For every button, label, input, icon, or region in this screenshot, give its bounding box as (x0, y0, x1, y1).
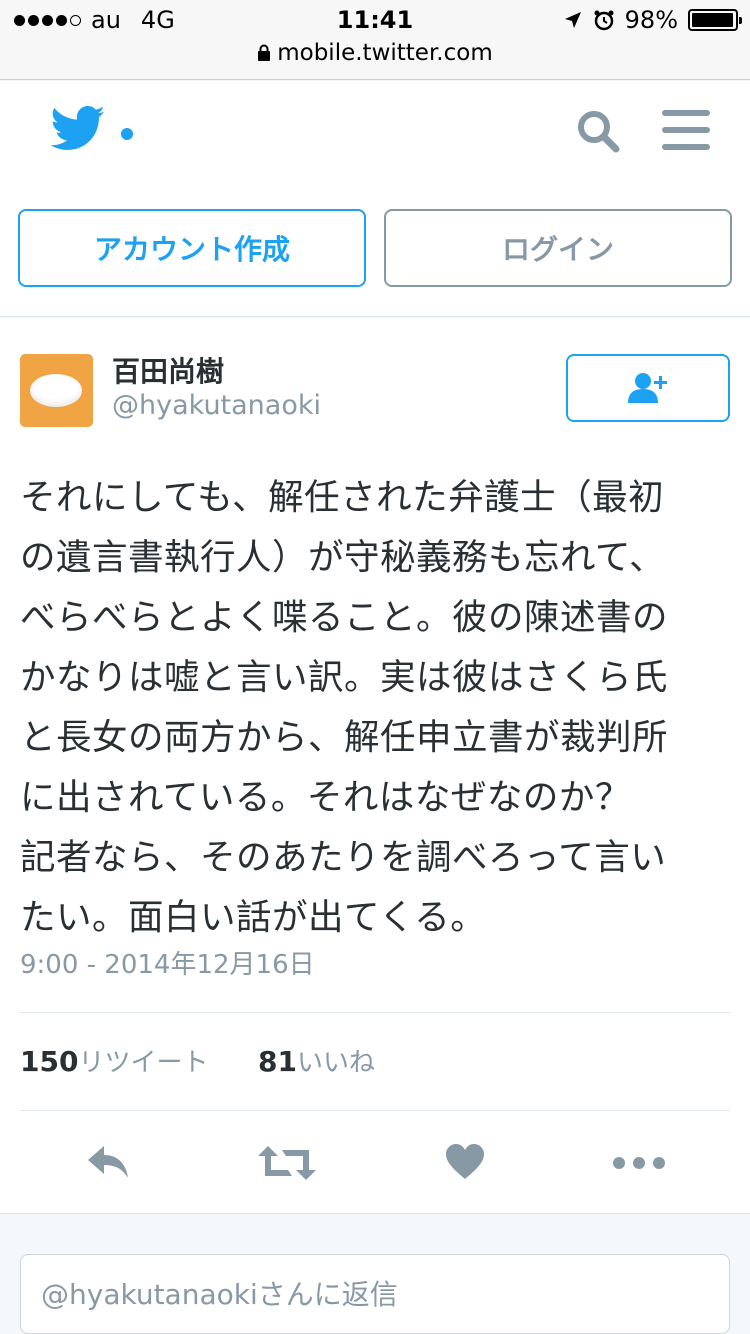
search-icon[interactable] (575, 108, 621, 154)
divider (20, 1012, 730, 1013)
address-bar[interactable]: mobile.twitter.com (0, 40, 750, 66)
divider (20, 1110, 730, 1111)
location-arrow-icon (564, 12, 581, 28)
author-handle[interactable]: @hyakutanaoki (112, 390, 321, 421)
reply-section: @hyakutanaokiさんに返信 (0, 1214, 750, 1334)
like-stat[interactable]: 81いいね (258, 1042, 375, 1079)
retweet-stat[interactable]: 150リツイート (20, 1042, 258, 1079)
notification-dot (121, 128, 133, 140)
like-heart-icon[interactable] (445, 1144, 485, 1180)
tweet-timestamp[interactable]: 9:00 - 2014年12月16日 (20, 944, 315, 981)
reply-input[interactable]: @hyakutanaokiさんに返信 (20, 1254, 730, 1334)
signup-button[interactable]: アカウント作成 (18, 209, 366, 287)
alarm-icon (594, 10, 614, 31)
add-user-icon (628, 373, 667, 403)
twitter-bird-icon[interactable] (50, 106, 106, 152)
tweet-text: それにしても、解任された弁護士（最初 の遺言書執行人）が守秘義務も忘れて、 べら… (20, 477, 669, 938)
retweet-count: 150 (20, 1045, 79, 1078)
reply-icon[interactable] (86, 1144, 132, 1180)
avatar[interactable] (20, 354, 93, 427)
lock-icon (258, 44, 271, 61)
like-label: いいね (296, 1048, 375, 1078)
retweet-icon[interactable] (258, 1144, 316, 1182)
battery-percent: 98% (624, 6, 678, 34)
more-options-icon[interactable] (612, 1144, 666, 1180)
follow-button[interactable] (566, 354, 730, 422)
login-button[interactable]: ログイン (384, 209, 732, 287)
browser-status-bar: au 4G 11:41 98% mobile.twitter.com (0, 0, 750, 80)
tweet-card: 百田尚樹 @hyakutanaoki それにしても、解任された弁護士（最初 の遺… (0, 318, 750, 1214)
menu-icon[interactable] (662, 110, 710, 150)
author-name[interactable]: 百田尚樹 (112, 350, 224, 390)
retweet-label: リツイート (78, 1048, 209, 1078)
tweet-stats: 150リツイート 81いいね (20, 1042, 375, 1079)
url-text: mobile.twitter.com (277, 40, 493, 66)
like-count: 81 (258, 1045, 297, 1078)
battery-icon (688, 9, 742, 31)
